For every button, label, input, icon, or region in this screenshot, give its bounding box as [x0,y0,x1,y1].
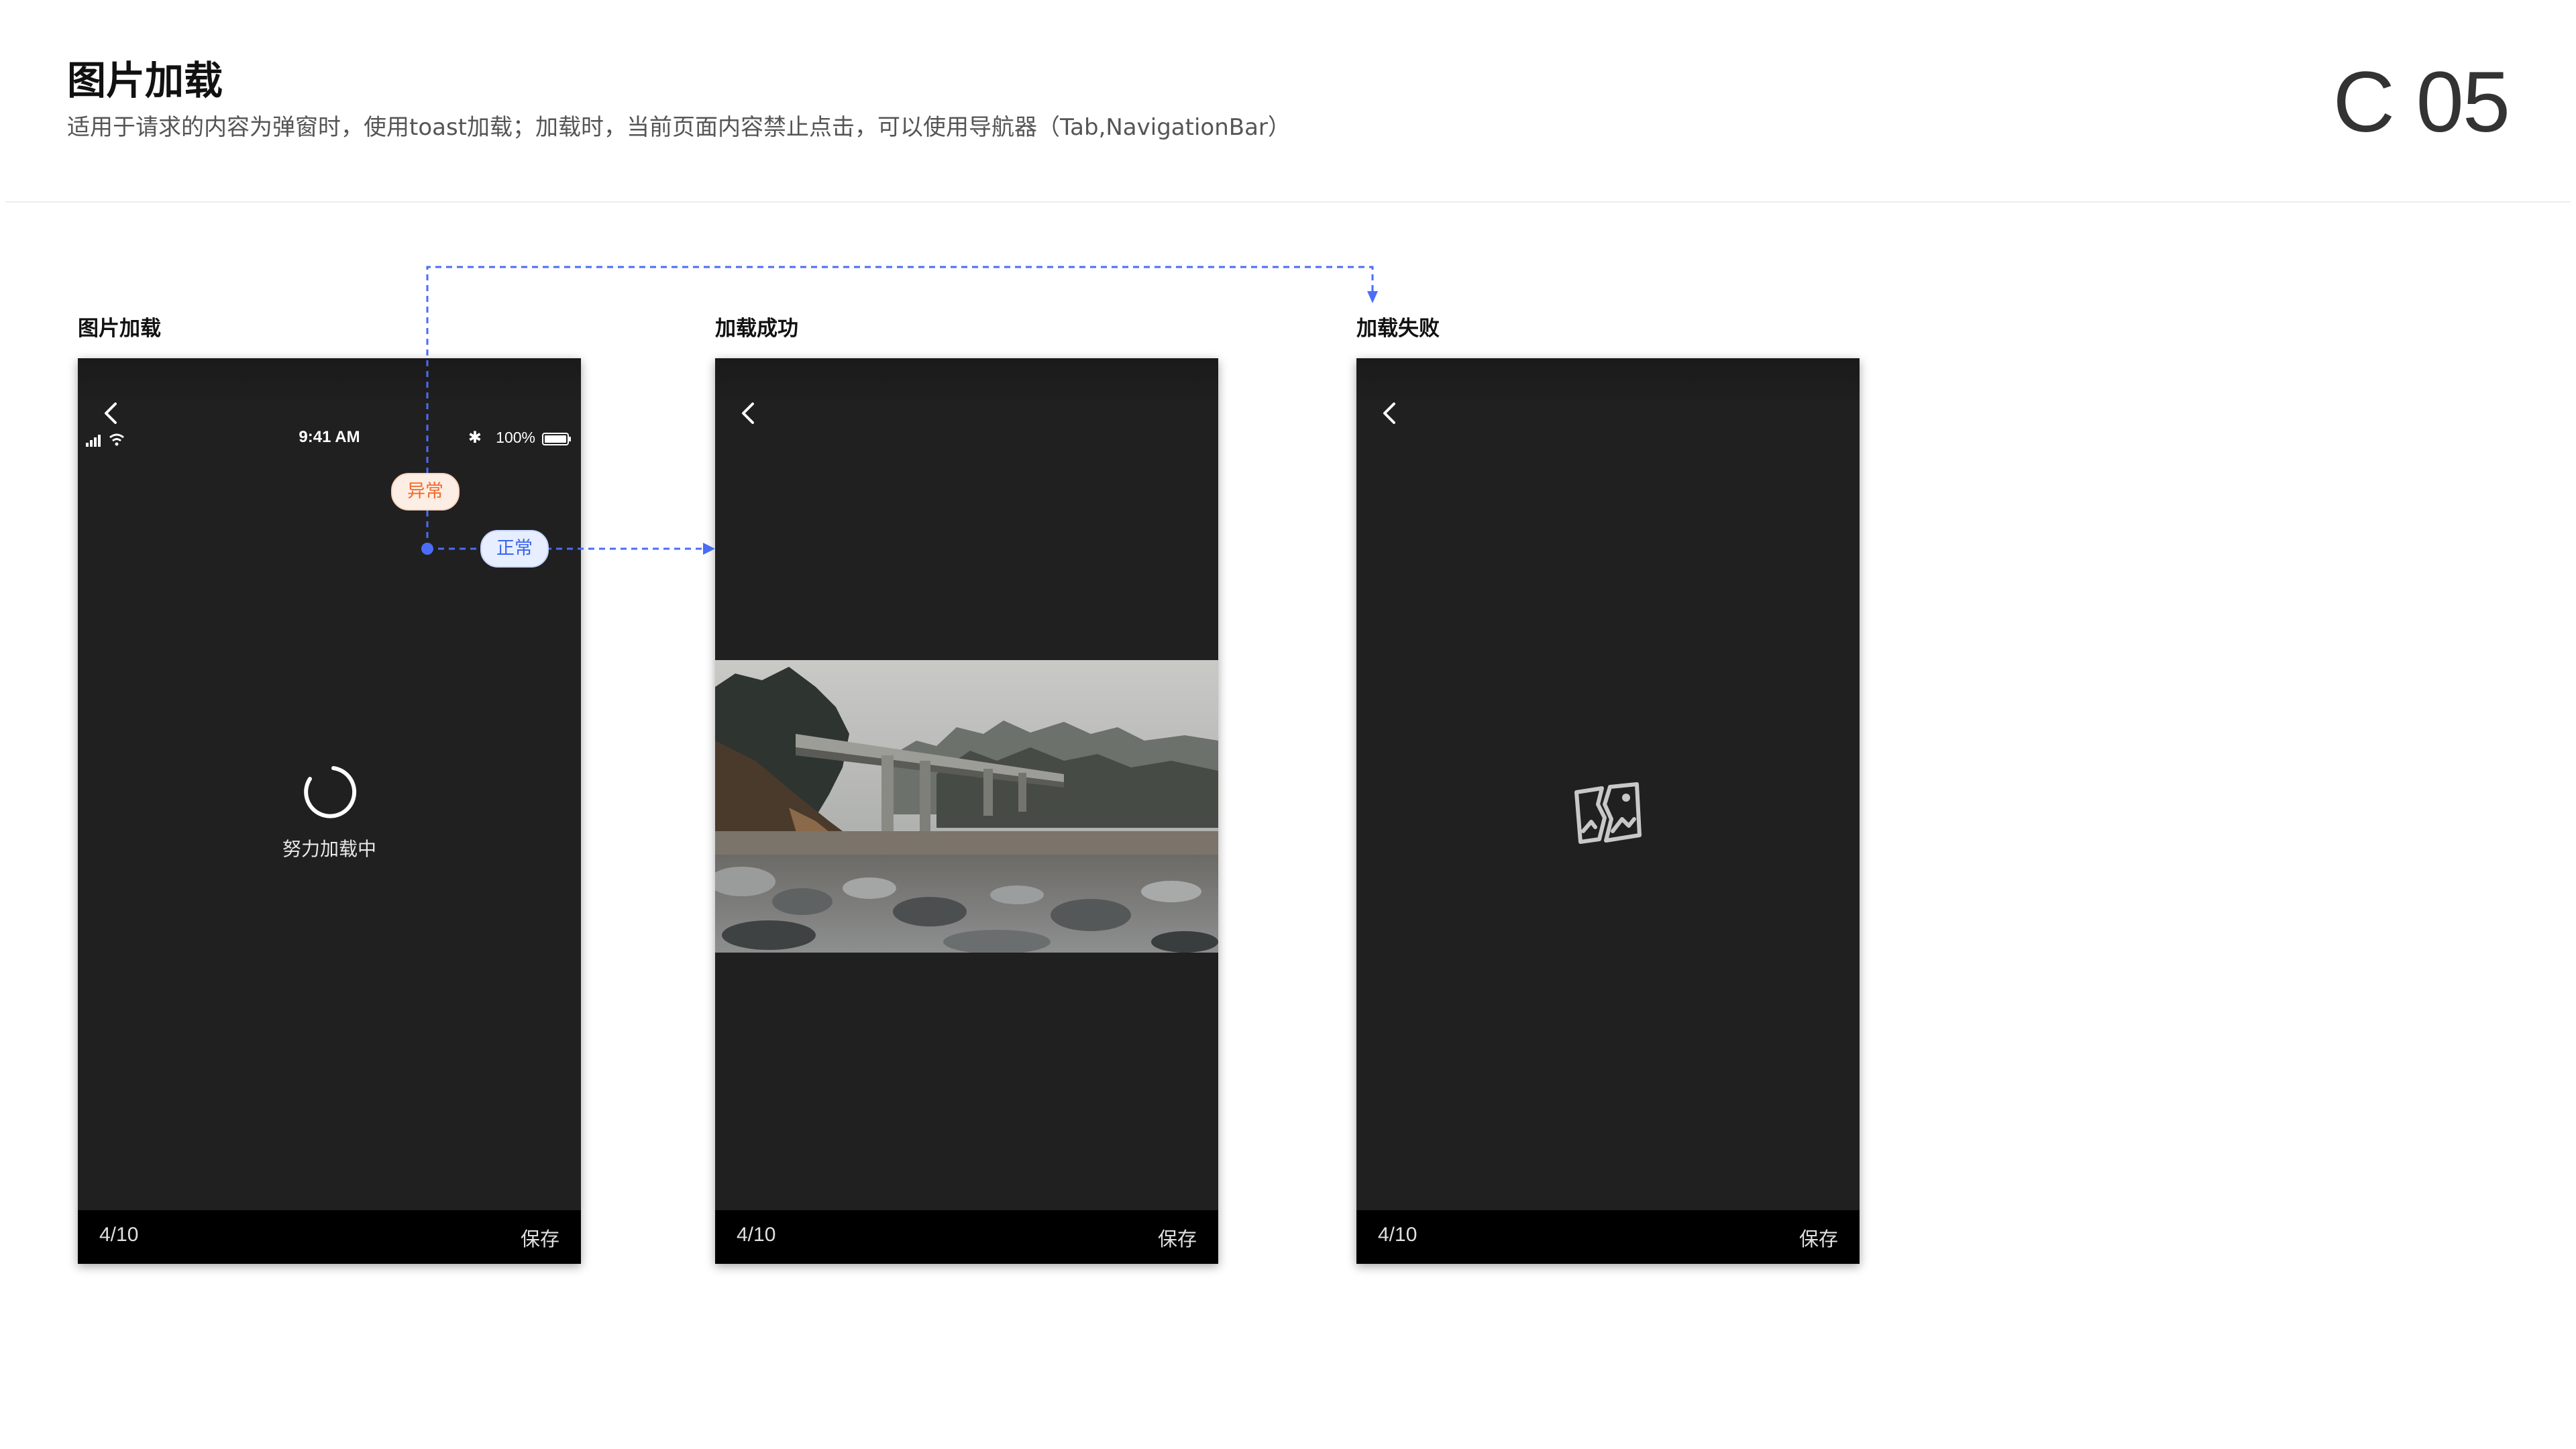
header-divider [5,201,2571,203]
top-shade [78,358,581,405]
back-icon[interactable] [734,398,763,428]
bottom-bar: 4/10 保存 [78,1210,581,1264]
page-indicator: 4/10 [99,1224,139,1246]
flow-tag-abnormal: 异常 [391,473,460,511]
page-indicator: 4/10 [1378,1224,1417,1246]
section-label-failure: 加载失败 [1356,317,1440,341]
loading-spinner-icon [304,766,357,818]
section-label-loading: 图片加载 [78,317,161,341]
loading-text: 努力加载中 [282,838,376,860]
flow-tag-normal: 正常 [480,530,549,568]
top-shade [1356,358,1860,405]
bottom-bar: 4/10 保存 [715,1210,1218,1264]
bluetooth-icon: ✱ [468,428,482,447]
broken-image-icon [1574,782,1642,844]
save-button[interactable]: 保存 [1799,1224,1838,1252]
battery-percent: 100% [496,429,535,446]
back-icon[interactable] [1375,398,1405,428]
phone-screen-loading: 9:41 AM ✱ 100% 努力加载中 4/10 保存 [78,358,581,1264]
bridge-photo [715,660,1218,953]
status-bar: 9:41 AM ✱ 100% [78,424,581,458]
top-shade [715,358,1218,405]
page-code: C 05 [2332,54,2510,150]
battery-icon [542,433,571,445]
page-description: 适用于请求的内容为弹窗时，使用toast加载；加载时，当前页面内容禁止点击，可以… [67,114,1291,141]
save-button[interactable]: 保存 [1158,1224,1197,1252]
phone-screen-failure: 4/10 保存 [1356,358,1860,1264]
phone-screen-success: 4/10 保存 [715,358,1218,1264]
save-button[interactable]: 保存 [521,1224,559,1252]
page-title: 图片加载 [67,58,223,103]
bottom-bar: 4/10 保存 [1356,1210,1860,1264]
section-label-success: 加载成功 [715,317,798,341]
page-indicator: 4/10 [737,1224,776,1246]
